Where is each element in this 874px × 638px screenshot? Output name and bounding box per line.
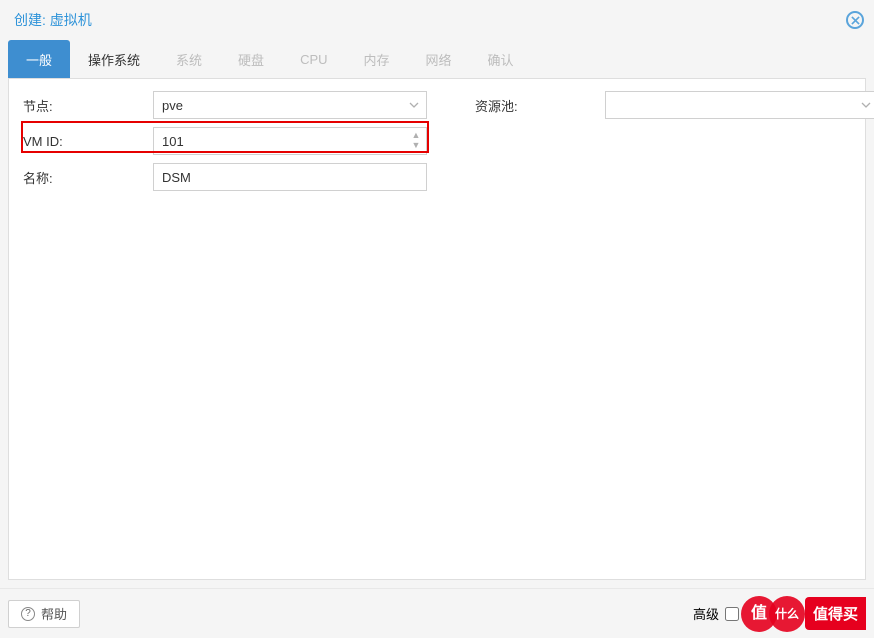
name-field[interactable] — [153, 163, 427, 191]
spinner-down-icon[interactable]: ▼ — [412, 141, 421, 151]
close-icon — [851, 16, 860, 25]
dialog-header: 创建: 虚拟机 — [0, 0, 874, 40]
pool-select[interactable] — [605, 91, 874, 119]
tab-memory: 内存 — [346, 40, 408, 78]
advanced-label: 高级 — [693, 604, 719, 623]
tab-network: 网络 — [408, 40, 470, 78]
tab-os[interactable]: 操作系统 — [70, 40, 158, 78]
pool-label: 资源池: — [475, 96, 605, 115]
tab-strip: 一般 操作系统 系统 硬盘 CPU 内存 网络 确认 — [0, 40, 874, 78]
node-select[interactable]: pve — [153, 91, 427, 119]
watermark-badge: 值得买 — [805, 597, 866, 630]
tab-system: 系统 — [158, 40, 220, 78]
vmid-input[interactable] — [162, 134, 400, 149]
dialog-title: 创建: 虚拟机 — [14, 10, 92, 30]
close-button[interactable] — [846, 11, 864, 29]
tab-general[interactable]: 一般 — [8, 40, 70, 78]
watermark-circle-2: 什么 — [769, 596, 805, 632]
help-icon: ? — [21, 607, 35, 621]
vmid-field[interactable]: ▲ ▼ — [153, 127, 427, 155]
vmid-label: VM ID: — [23, 134, 153, 149]
name-input[interactable] — [162, 170, 418, 185]
chevron-down-icon[interactable] — [402, 92, 426, 118]
advanced-checkbox[interactable] — [725, 607, 739, 621]
name-label: 名称: — [23, 168, 153, 187]
tab-confirm: 确认 — [470, 40, 532, 78]
footer-right-group: 高级 值 什么 值得买 — [693, 596, 866, 632]
node-label: 节点: — [23, 96, 153, 115]
chevron-down-icon[interactable] — [854, 92, 874, 118]
help-label: 帮助 — [41, 604, 67, 623]
node-value: pve — [162, 98, 183, 113]
vmid-spinner: ▲ ▼ — [406, 128, 426, 154]
tab-cpu: CPU — [282, 40, 345, 78]
form-panel: 节点: pve 资源池: VM ID: ▲ ▼ — [8, 78, 866, 580]
help-button[interactable]: ? 帮助 — [8, 600, 80, 628]
dialog-window: 创建: 虚拟机 一般 操作系统 系统 硬盘 CPU 内存 网络 确认 节点: p… — [0, 0, 874, 638]
tab-disk: 硬盘 — [220, 40, 282, 78]
dialog-footer: ? 帮助 高级 值 什么 值得买 — [0, 588, 874, 638]
watermark: 值 什么 值得买 — [741, 596, 866, 632]
